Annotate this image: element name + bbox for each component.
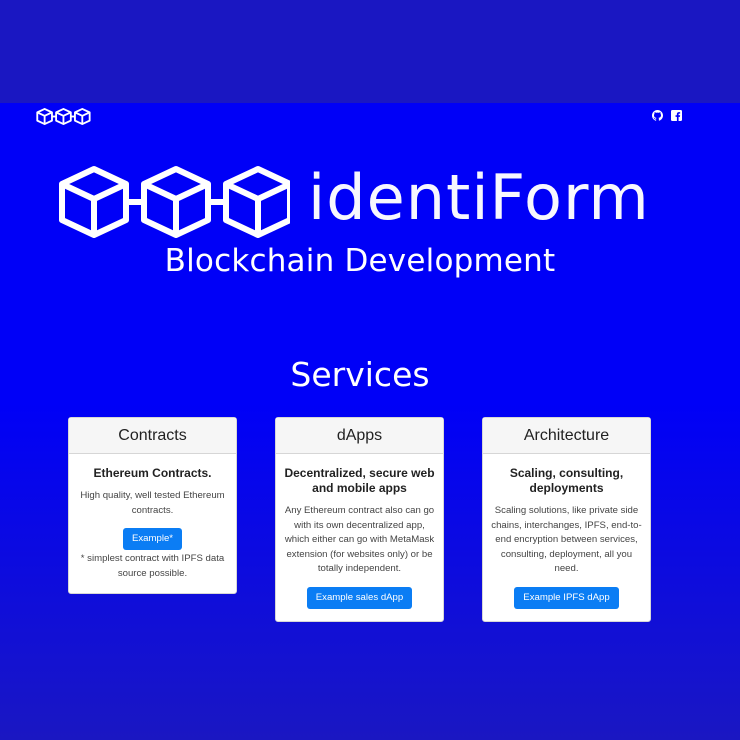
hero-logo-icon (59, 166, 290, 238)
card-title: Decentralized, secure web and mobile app… (284, 466, 435, 495)
card-text: High quality, well tested Ethereum contr… (80, 490, 225, 516)
card-text: Scaling solutions, like private side cha… (491, 505, 642, 574)
facebook-icon[interactable] (671, 110, 682, 121)
service-card-contracts: Contracts Ethereum Contracts. High quali… (68, 417, 237, 594)
card-text: Any Ethereum contract also can go with i… (284, 505, 435, 574)
navbar (0, 103, 740, 131)
top-band (0, 0, 740, 103)
identiform-logo-icon[interactable] (35, 108, 91, 125)
brand-tagline: Blockchain Development (164, 243, 556, 279)
card-title: Ethereum Contracts. (93, 466, 212, 480)
brand-name: identiForm (308, 161, 650, 234)
services-title: Services (290, 355, 430, 394)
example-sales-dapp-button[interactable]: Example sales dApp (306, 586, 413, 609)
card-body: Decentralized, secure web and mobile app… (276, 454, 443, 621)
card-footnote: * simplest contract with IPFS data sourc… (80, 553, 225, 579)
card-title: Scaling, consulting, deployments (509, 466, 624, 495)
page: identiForm Blockchain Development Servic… (0, 103, 740, 740)
card-header: Architecture (483, 418, 650, 454)
example-ipfs-dapp-button[interactable]: Example IPFS dApp (514, 586, 619, 609)
card-body: Ethereum Contracts. High quality, well t… (69, 454, 236, 593)
service-card-dapps: dApps Decentralized, secure web and mobi… (275, 417, 444, 622)
github-icon[interactable] (652, 110, 663, 121)
card-header: Contracts (69, 418, 236, 454)
example-button[interactable]: Example* (122, 528, 183, 550)
service-card-architecture: Architecture Scaling, consulting, deploy… (482, 417, 651, 622)
card-header: dApps (276, 418, 443, 454)
card-body: Scaling, consulting, deployments Scaling… (483, 454, 650, 621)
